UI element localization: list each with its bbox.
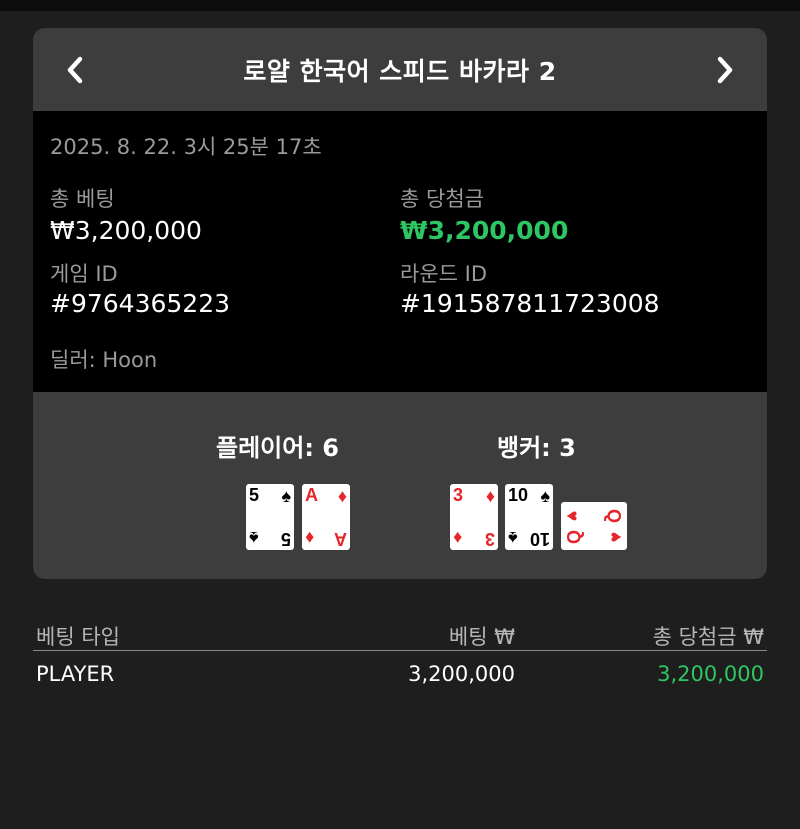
diamond-icon: ♦ bbox=[453, 528, 463, 548]
round-info: 2025. 8. 22. 3시 25분 17초 총 베팅 ₩3,200,000 … bbox=[33, 111, 767, 392]
spade-icon: ♠ bbox=[540, 486, 550, 506]
diamond-icon: ♦ bbox=[305, 528, 315, 548]
card-rank: 5 bbox=[280, 529, 291, 549]
card-rank: Q bbox=[603, 508, 624, 524]
panel-header: 로얄 한국어 스피드 바카라 2 bbox=[33, 28, 767, 111]
bet-type-cell: PLAYER bbox=[36, 662, 115, 686]
header-bet-amount: 베팅 ₩ bbox=[448, 625, 515, 649]
bet-amount-cell: 3,200,000 bbox=[408, 662, 515, 686]
chevron-right-icon bbox=[717, 56, 733, 84]
total-bet-value: ₩3,200,000 bbox=[50, 216, 202, 245]
player-score-label: 플레이어: 6 bbox=[216, 434, 339, 462]
win-amount-cell: 3,200,000 bbox=[657, 662, 764, 686]
round-id-value: #191587811723008 bbox=[400, 289, 660, 318]
total-win-label: 총 당첨금 bbox=[400, 187, 484, 211]
card-rank: 10 bbox=[508, 485, 529, 505]
banker-card-3-sideways: Q ♥ Q ♥ bbox=[561, 502, 627, 550]
heart-icon: ♥ bbox=[605, 531, 626, 543]
diamond-icon: ♦ bbox=[485, 486, 495, 506]
header-bet-type: 베팅 타입 bbox=[36, 625, 120, 649]
table-header: 베팅 타입 베팅 ₩ 총 당첨금 ₩ bbox=[33, 615, 767, 651]
total-win-value: ₩3,200,000 bbox=[400, 216, 569, 245]
game-id-value: #9764365223 bbox=[50, 289, 231, 318]
banker-card-1: 3 ♦ 3 ♦ bbox=[450, 484, 498, 550]
banker-card-2: 10 ♠ 10 ♠ bbox=[505, 484, 553, 550]
diamond-icon: ♦ bbox=[337, 486, 347, 506]
next-round-button[interactable] bbox=[705, 50, 745, 90]
bet-results-table: 베팅 타입 베팅 ₩ 총 당첨금 ₩ PLAYER 3,200,000 3,20… bbox=[33, 615, 767, 697]
spade-icon: ♠ bbox=[249, 528, 259, 548]
card-rank: A bbox=[305, 485, 318, 505]
hands-area: 플레이어: 6 뱅커: 3 5 ♠ 5 ♠ A ♦ A ♦ 3 ♦ 3 ♦ 10… bbox=[33, 392, 767, 579]
game-title: 로얄 한국어 스피드 바카라 2 bbox=[243, 57, 557, 86]
card-rank: Q bbox=[564, 529, 585, 545]
round-datetime: 2025. 8. 22. 3시 25분 17초 bbox=[50, 135, 322, 159]
player-card-2: A ♦ A ♦ bbox=[302, 484, 350, 550]
card-rank: 5 bbox=[249, 485, 260, 505]
spade-icon: ♠ bbox=[281, 486, 291, 506]
banker-score-label: 뱅커: 3 bbox=[497, 434, 576, 462]
total-bet-label: 총 베팅 bbox=[50, 187, 115, 211]
card-rank: 10 bbox=[529, 529, 550, 549]
card-rank: 3 bbox=[484, 529, 495, 549]
game-id-label: 게임 ID bbox=[50, 262, 118, 286]
player-card-1: 5 ♠ 5 ♠ bbox=[246, 484, 294, 550]
top-bar bbox=[0, 0, 800, 11]
heart-icon: ♥ bbox=[562, 510, 583, 522]
dealer-name: 딜러: Hoon bbox=[50, 348, 158, 372]
spade-icon: ♠ bbox=[508, 528, 518, 548]
round-id-label: 라운드 ID bbox=[400, 262, 487, 286]
round-detail-panel: 로얄 한국어 스피드 바카라 2 2025. 8. 22. 3시 25분 17초… bbox=[33, 28, 767, 579]
card-rank: A bbox=[334, 529, 347, 549]
header-total-win: 총 당첨금 ₩ bbox=[652, 625, 764, 649]
card-rank: 3 bbox=[453, 485, 464, 505]
table-row: PLAYER 3,200,000 3,200,000 bbox=[33, 651, 767, 697]
